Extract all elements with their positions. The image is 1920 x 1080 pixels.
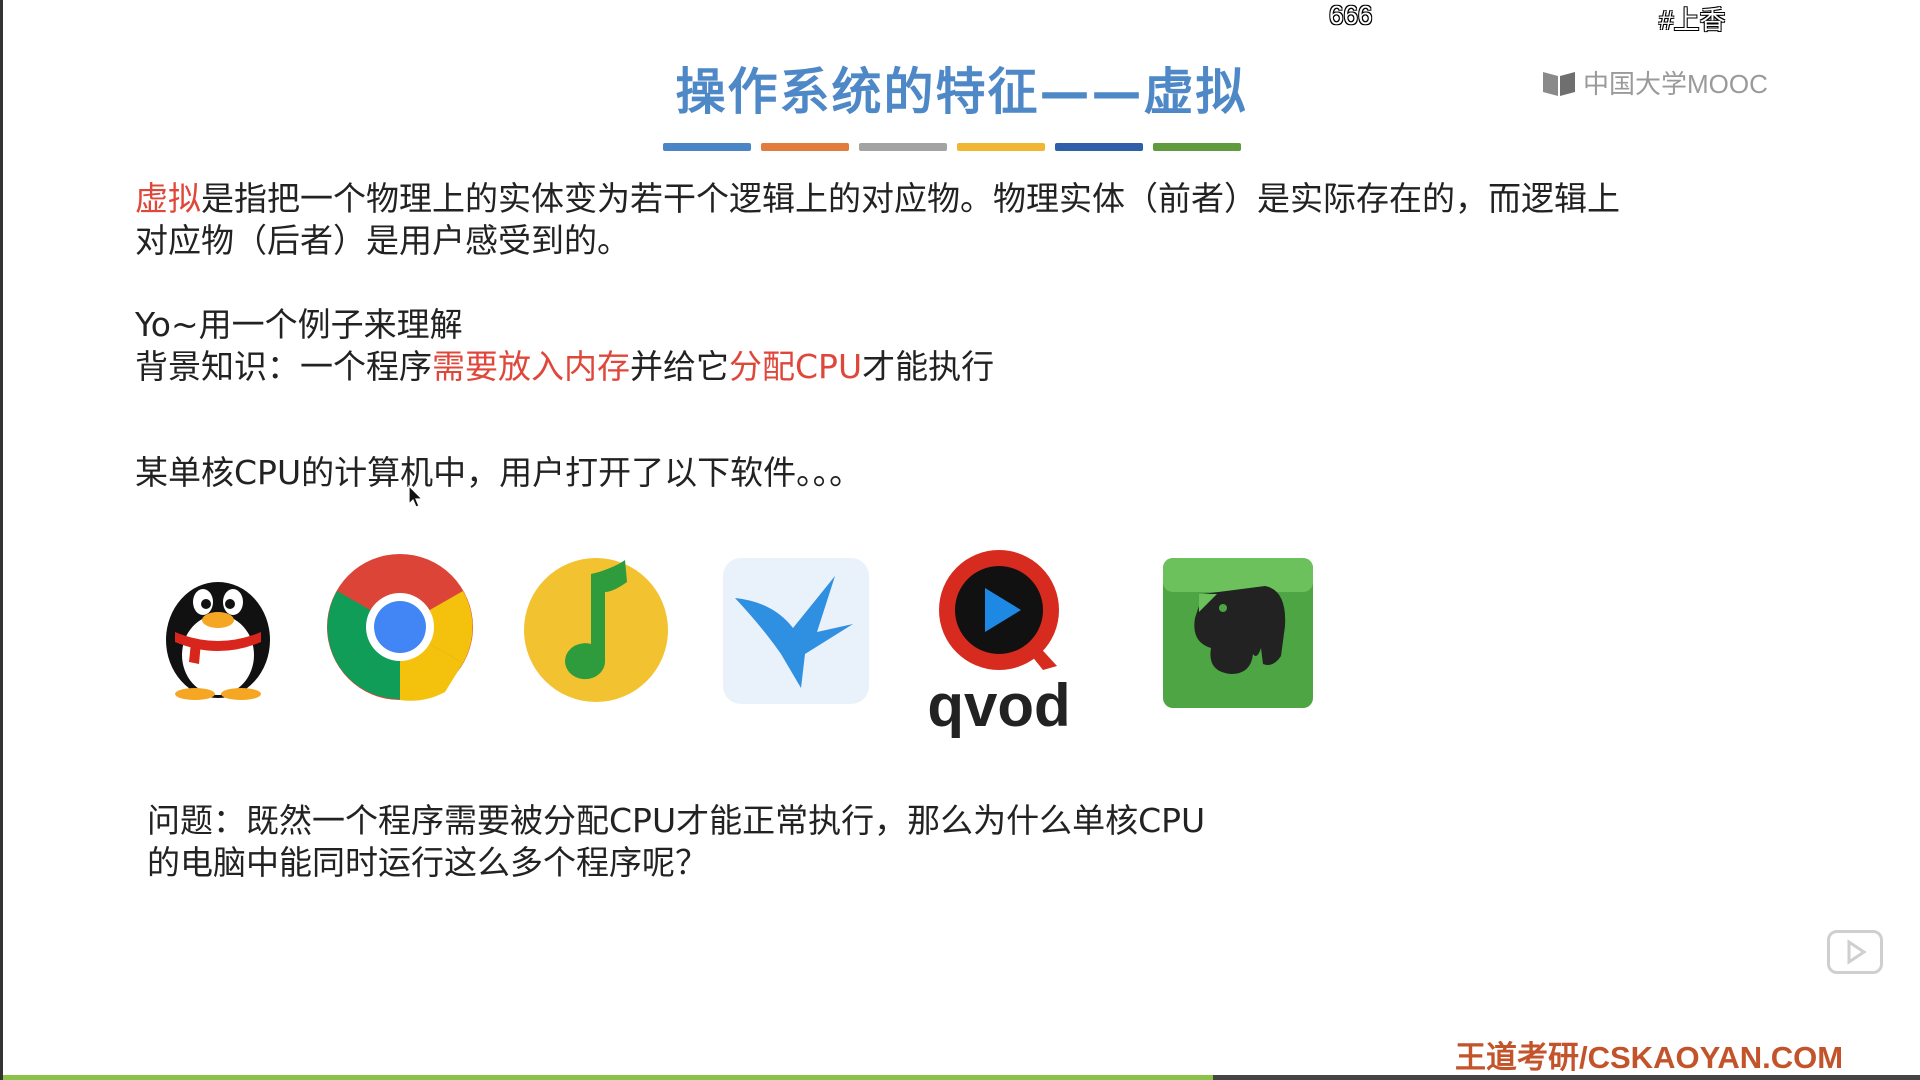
background-text: 并给它 xyxy=(630,347,729,386)
example-intro: Yo~用一个例子来理解 xyxy=(135,305,463,344)
scenario-text: 某单核CPU的计算机中，用户打开了以下软件。。。 xyxy=(135,453,863,492)
mooc-logo-text: 中国大学MOOC xyxy=(1583,69,1768,99)
question-line-2: 的电脑中能同时运行这么多个程序呢？ xyxy=(147,843,708,882)
qq-icon xyxy=(166,582,270,700)
definition-text: 是指把一个物理上的实体变为若干个逻辑上的对应物。物理实体（前者）是实际存在的，而… xyxy=(201,179,1620,218)
definition-line-1: 虚拟是指把一个物理上的实体变为若干个逻辑上的对应物。物理实体（前者）是实际存在的… xyxy=(135,178,1620,220)
chrome-icon xyxy=(327,554,473,701)
qvod-label: qvod xyxy=(927,672,1070,738)
title-color-bar xyxy=(663,143,1241,151)
background-text: 才能执行 xyxy=(862,347,995,386)
progress-fill xyxy=(3,1075,1213,1080)
evernote-icon xyxy=(1163,558,1313,708)
highlight-cpu: 分配CPU xyxy=(729,347,863,386)
xunlei-icon xyxy=(723,558,869,704)
background-text: 背景知识：一个程序 xyxy=(135,347,432,386)
question-line-1: 问题：既然一个程序需要被分配CPU才能正常执行，那么为什么单核CPU xyxy=(147,801,1206,840)
video-player[interactable]: 666 #上香 操作系统的特征——虚拟 中国大学MOOC 虚拟是指把一个物理上的… xyxy=(0,0,1920,1080)
book-icon xyxy=(1543,71,1575,96)
color-bar-segment xyxy=(663,143,751,151)
definition-line-2: 对应物（后者）是用户感受到的。 xyxy=(135,221,630,260)
qvod-icon: qvod xyxy=(927,550,1071,738)
color-bar-segment xyxy=(1055,143,1143,151)
question-paragraph: 问题：既然一个程序需要被分配CPU才能正常执行，那么为什么单核CPU 的电脑中能… xyxy=(147,800,1205,884)
app-icons-row: qvod xyxy=(153,540,1333,740)
background-knowledge: 背景知识：一个程序需要放入内存并给它分配CPU才能执行 xyxy=(135,346,994,388)
mouse-cursor-icon xyxy=(408,485,424,508)
highlight-memory: 需要放入内存 xyxy=(432,347,630,386)
color-bar-segment xyxy=(761,143,849,151)
watermark: 王道考研/CSKAOYAN.COM xyxy=(1455,1040,1844,1075)
color-bar-segment xyxy=(957,143,1045,151)
mooc-logo: 中国大学MOOC xyxy=(1541,64,1768,101)
qq-music-icon xyxy=(524,558,668,702)
danmaku-comment: #上香 xyxy=(1659,5,1726,35)
definition-term: 虚拟 xyxy=(135,179,201,218)
danmaku-comment: 666 xyxy=(1329,0,1373,30)
definition-paragraph: 虚拟是指把一个物理上的实体变为若干个逻辑上的对应物。物理实体（前者）是实际存在的… xyxy=(135,178,1620,262)
color-bar-segment xyxy=(1153,143,1241,151)
play-icon xyxy=(1847,939,1867,965)
example-paragraph: Yo~用一个例子来理解 背景知识：一个程序需要放入内存并给它分配CPU才能执行 xyxy=(135,304,994,388)
progress-bar[interactable] xyxy=(3,1075,1920,1080)
color-bar-segment xyxy=(859,143,947,151)
play-button[interactable] xyxy=(1827,930,1883,974)
